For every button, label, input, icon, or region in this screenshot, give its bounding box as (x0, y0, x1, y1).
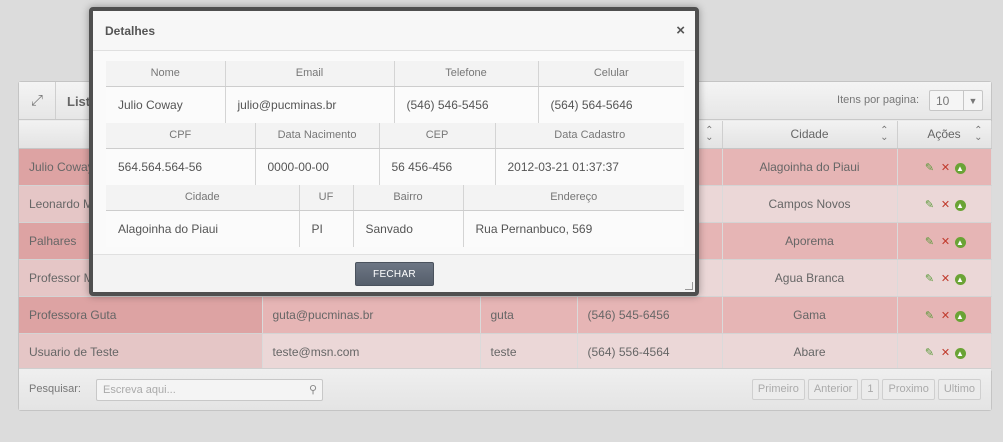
detail-value-data-cadastro: 2012-03-21 01:37:37 (495, 148, 684, 185)
detail-header-data-cadastro: Data Cadastro (495, 123, 684, 149)
edit-icon[interactable]: ✎ (923, 161, 937, 174)
sort-icon: ⌃ ⌄ (705, 125, 714, 143)
delete-icon[interactable]: ✕ (939, 198, 953, 211)
detail-header-cpf: CPF (106, 123, 256, 149)
detail-value-nome: Julio Coway (106, 86, 226, 123)
items-per-page-label: Itens por pagina: (837, 94, 919, 106)
expand-button[interactable]: ⤢ (19, 82, 56, 119)
arrow-up-icon[interactable]: ▲ (954, 236, 966, 248)
edit-icon[interactable]: ✎ (923, 309, 937, 322)
cell-usuario: teste (480, 333, 578, 371)
cell-nome: Professora Guta (19, 296, 263, 334)
pager-next-button[interactable]: Proximo (882, 379, 935, 400)
cell-nome: Usuario de Teste (19, 333, 263, 371)
search-input[interactable] (97, 380, 292, 400)
detail-header-nome: Nome (106, 61, 226, 87)
modal-body: Nome Email Telefone Celular Julio Coway … (106, 61, 684, 247)
chevron-down-icon: ▼ (963, 91, 982, 110)
modal-title: Detalhes (105, 24, 156, 38)
arrow-up-icon[interactable]: ▲ (954, 273, 966, 285)
arrow-up-icon[interactable]: ▲ (954, 199, 966, 211)
detail-value-uf: PI (299, 210, 354, 247)
edit-icon[interactable]: ✎ (923, 198, 937, 211)
items-per-page-value: 10 (936, 94, 950, 108)
detail-value-bairro: Sanvado (353, 210, 464, 247)
detail-value-data-nascimento: 0000-00-00 (255, 148, 380, 185)
panel-footer: Pesquisar: ⚲ Primeiro Anterior 1 Proximo… (19, 368, 991, 410)
search-icon[interactable]: ⚲ (309, 383, 317, 396)
detail-header-email: Email (225, 61, 395, 87)
table-row[interactable]: Professora Guta guta@pucminas.br guta (5… (19, 296, 992, 334)
detail-header-cep: CEP (379, 123, 496, 149)
cell-cidade: Gama (722, 296, 898, 334)
pager-first-button[interactable]: Primeiro (751, 379, 805, 400)
cell-email: guta@pucminas.br (262, 296, 481, 334)
cell-acoes: ✎ ✕ ▲ (897, 222, 992, 260)
items-per-page-select[interactable]: 10 ▼ (929, 90, 983, 111)
table-row[interactable]: Usuario de Teste teste@msn.com teste (56… (19, 333, 992, 371)
resize-grip-icon[interactable] (685, 282, 693, 290)
detail-value-cidade: Alagoinha do Piaui (106, 210, 300, 247)
delete-icon[interactable]: ✕ (939, 161, 953, 174)
cell-telefone: (564) 556-4564 (577, 333, 723, 371)
pagination: Primeiro Anterior 1 Proximo Ultimo (749, 379, 981, 400)
modal-header: Detalhes × (93, 11, 695, 51)
column-header-acoes: Ações ⌃ ⌄ (897, 121, 992, 149)
modal-footer: FECHAR (93, 254, 695, 292)
pager-last-button[interactable]: Ultimo (937, 379, 981, 400)
cell-email: teste@msn.com (262, 333, 481, 371)
cell-cidade: Aporema (722, 222, 898, 260)
detail-header-data-nascimento: Data Nacimento (255, 123, 380, 149)
close-icon[interactable]: × (676, 22, 685, 39)
detail-header-endereco: Endereço (463, 185, 684, 211)
cell-acoes: ✎ ✕ ▲ (897, 185, 992, 223)
detail-value-endereco: Rua Pernanbuco, 569 (463, 210, 684, 247)
cell-acoes: ✎ ✕ ▲ (897, 259, 992, 297)
detail-header-uf: UF (299, 185, 354, 211)
edit-icon[interactable]: ✎ (923, 272, 937, 285)
detail-header-bairro: Bairro (353, 185, 464, 211)
detail-value-telefone: (546) 546-5456 (394, 86, 539, 123)
expand-icon: ⤢ (30, 92, 43, 109)
column-header-cidade[interactable]: Cidade ⌃ ⌄ (722, 121, 898, 149)
cell-cidade: Alagoinha do Piaui (722, 148, 898, 186)
panel-title: List (67, 94, 91, 109)
delete-icon[interactable]: ✕ (939, 235, 953, 248)
edit-icon[interactable]: ✎ (923, 235, 937, 248)
detail-header-cidade: Cidade (106, 185, 300, 211)
search-box: ⚲ (96, 379, 323, 401)
cell-telefone: (546) 545-6456 (577, 296, 723, 334)
arrow-up-icon[interactable]: ▲ (954, 310, 966, 322)
delete-icon[interactable]: ✕ (939, 272, 953, 285)
details-table-contact: Nome Email Telefone Celular Julio Coway … (106, 61, 684, 123)
cell-cidade: Campos Novos (722, 185, 898, 223)
pager-previous-button[interactable]: Anterior (807, 379, 859, 400)
delete-icon[interactable]: ✕ (939, 309, 953, 322)
delete-icon[interactable]: ✕ (939, 346, 953, 359)
cell-acoes: ✎ ✕ ▲ (897, 333, 992, 371)
arrow-up-icon[interactable]: ▲ (954, 347, 966, 359)
cell-acoes: ✎ ✕ ▲ (897, 148, 992, 186)
cell-acoes: ✎ ✕ ▲ (897, 296, 992, 334)
details-table-address: Cidade UF Bairro Endereço Alagoinha do P… (106, 185, 684, 247)
detail-value-email: julio@pucminas.br (225, 86, 395, 123)
close-button[interactable]: FECHAR (355, 262, 434, 286)
details-table-documents: CPF Data Nacimento CEP Data Cadastro 564… (106, 123, 684, 185)
detail-value-celular: (564) 564-5646 (538, 86, 684, 123)
cell-cidade: Abare (722, 333, 898, 371)
edit-icon[interactable]: ✎ (923, 346, 937, 359)
arrow-up-icon[interactable]: ▲ (954, 162, 966, 174)
sort-icon: ⌃ ⌄ (880, 125, 889, 143)
search-label: Pesquisar: (29, 383, 81, 395)
details-modal: Detalhes × Nome Email Telefone Celular J… (89, 7, 699, 296)
pager-page-1-button[interactable]: 1 (861, 379, 880, 400)
detail-value-cep: 56 456-456 (379, 148, 496, 185)
detail-header-celular: Celular (538, 61, 684, 87)
cell-cidade: Agua Branca (722, 259, 898, 297)
detail-header-telefone: Telefone (394, 61, 539, 87)
detail-value-cpf: 564.564.564-56 (106, 148, 256, 185)
sort-icon: ⌃ ⌄ (974, 125, 983, 143)
cell-usuario: guta (480, 296, 578, 334)
